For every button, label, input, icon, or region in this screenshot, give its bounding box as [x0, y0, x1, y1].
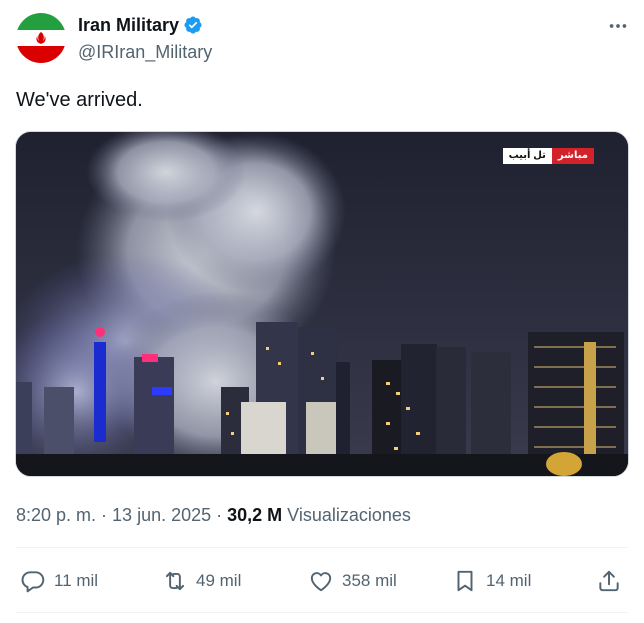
tweet-text: We've arrived.	[16, 89, 143, 111]
reply-button[interactable]: 11 mil	[20, 562, 98, 600]
like-count: 358 mil	[342, 571, 397, 590]
reply-icon	[21, 571, 45, 593]
bookmark-count: 14 mil	[486, 571, 532, 590]
meta-separator: ·	[96, 505, 113, 525]
tweet-media-video[interactable]: تل أبيب مباشر	[15, 131, 629, 477]
author-name-row[interactable]: Iran Military	[78, 14, 203, 36]
like-button[interactable]: 358 mil	[308, 562, 397, 600]
night-city-smoke-image	[16, 132, 628, 476]
views-label: Visualizaciones	[282, 505, 411, 525]
action-bar: 11 mil 49 mil 358 mil 14 mil	[16, 562, 628, 600]
tweet-time[interactable]: 8:20 p. m.	[16, 505, 96, 525]
bookmark-icon	[457, 570, 473, 592]
live-badge-city: تل أبيب	[502, 148, 552, 164]
more-dots-icon	[609, 24, 627, 28]
heart-icon	[310, 572, 332, 592]
divider	[16, 612, 628, 613]
repost-count: 49 mil	[196, 571, 242, 590]
views-count: 30,2 M	[227, 505, 283, 525]
bookmark-button[interactable]: 14 mil	[452, 562, 531, 600]
iran-flag-icon	[16, 13, 66, 63]
tweet-date[interactable]: 13 jun. 2025	[112, 505, 211, 525]
author-handle[interactable]: @IRIran_Military	[78, 41, 212, 63]
share-button[interactable]	[596, 562, 622, 600]
display-name[interactable]: Iran Military	[78, 14, 179, 36]
live-badge: تل أبيب مباشر	[502, 148, 594, 164]
repost-button[interactable]: 49 mil	[162, 562, 241, 600]
verified-badge-icon	[184, 16, 202, 34]
share-icon	[599, 570, 619, 592]
meta-separator: ·	[211, 505, 228, 525]
avatar[interactable]	[16, 13, 66, 63]
more-options-button[interactable]	[606, 14, 630, 38]
divider	[16, 547, 628, 548]
repost-icon	[165, 571, 185, 591]
reply-count: 11 mil	[54, 571, 99, 590]
live-badge-label: مباشر	[551, 148, 594, 164]
tweet-meta: 8:20 p. m. · 13 jun. 2025 · 30,2 M Visua…	[16, 503, 411, 527]
